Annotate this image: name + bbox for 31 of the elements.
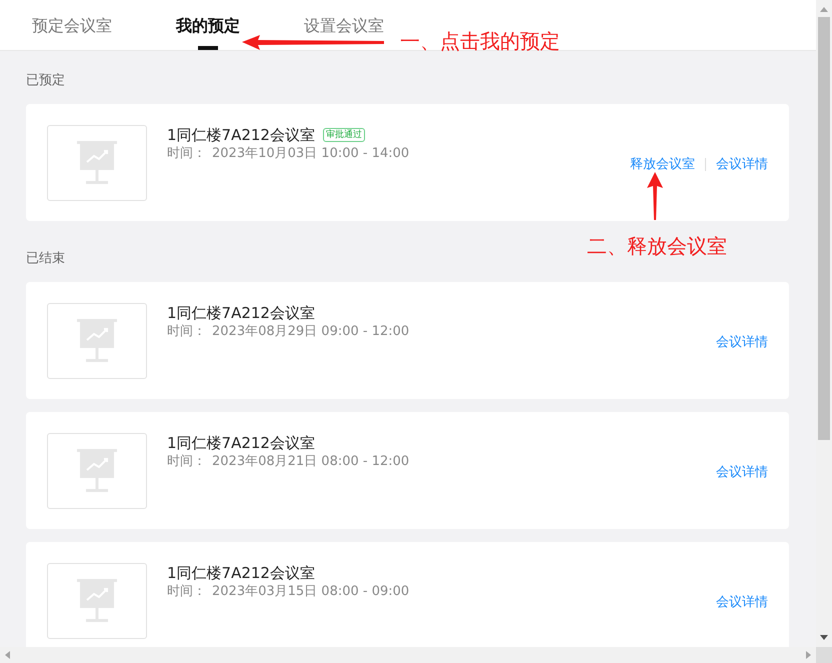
time-value: 2023年03月15日 08:00 - 09:00 [212,584,410,599]
tab[interactable]: 设置会议室 [302,0,386,37]
presentation-board-icon [77,141,117,185]
presentation-board-icon [77,579,117,623]
room-name: 1同仁楼7A212会议室 [167,304,315,322]
action-link[interactable]: 会议详情 [716,154,768,174]
section-heading: 已预定 [26,72,65,90]
presentation-board-icon [77,449,117,493]
action-link[interactable]: 会议详情 [716,462,768,482]
room-name: 1同仁楼7A212会议室 [167,564,315,582]
time-value: 2023年08月21日 08:00 - 12:00 [212,454,410,469]
time-value: 2023年08月29日 09:00 - 12:00 [212,324,410,339]
time-label: 时间： [167,584,206,599]
action-link[interactable]: 会议详情 [716,332,768,352]
presentation-board-icon [77,319,117,363]
tab[interactable]: 预定会议室 [30,0,114,37]
annotation-text: 一、点击我的预定 [400,29,560,53]
section-heading: 已结束 [26,250,65,268]
time-label: 时间： [167,146,206,161]
tab[interactable]: 我的预定 [174,0,242,51]
time-label: 时间： [167,454,206,469]
action-link[interactable]: 会议详情 [716,592,768,612]
time-value: 2023年10月03日 10:00 - 14:00 [212,146,410,161]
scrollbar-corner [816,647,832,663]
room-name: 1同仁楼7A212会议室 [167,126,315,144]
annotation-arrow [645,170,665,222]
annotation-text: 二、释放会议室 [587,234,727,258]
status-tag: 审批通过 [322,128,365,142]
action-link[interactable]: 释放会议室 [630,154,695,174]
room-name: 1同仁楼7A212会议室 [167,434,315,452]
time-label: 时间： [167,324,206,339]
